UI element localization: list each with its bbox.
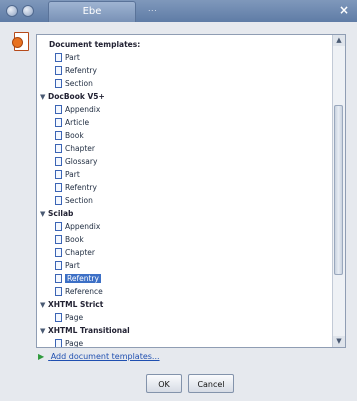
file-icon xyxy=(55,274,62,283)
tree-group[interactable]: ▼ XHTML Transitional xyxy=(40,324,130,337)
tree-item[interactable]: Page xyxy=(55,311,83,324)
tree-item-label: XHTML Transitional xyxy=(48,326,130,335)
add-link-label: Add document templates... xyxy=(50,352,160,361)
file-icon xyxy=(55,235,62,244)
close-icon[interactable]: × xyxy=(337,3,351,17)
tree-item[interactable]: Part xyxy=(55,51,80,64)
tree-item-label: Book xyxy=(65,131,84,140)
file-icon xyxy=(55,79,62,88)
tree-item[interactable]: Appendix xyxy=(55,220,100,233)
document-icon xyxy=(12,32,29,51)
tree-item-label: Refentry xyxy=(65,66,97,75)
tree-item[interactable]: Glossary xyxy=(55,155,97,168)
window-control-button[interactable] xyxy=(6,5,18,17)
window-tab-title: Ebe xyxy=(82,6,102,17)
tree-header: Document templates: xyxy=(49,38,140,51)
window-controls xyxy=(6,5,34,17)
template-tree[interactable]: Document templates: Part Refentry Section ▼… xyxy=(36,34,346,348)
tree-item-label: Scilab xyxy=(48,209,74,218)
tree-item-label: Glossary xyxy=(65,157,98,166)
file-icon xyxy=(55,196,62,205)
tree-item-label: Appendix xyxy=(65,105,101,114)
scroll-up-icon[interactable]: ▲ xyxy=(333,35,345,46)
file-icon xyxy=(55,287,62,296)
file-icon xyxy=(55,118,62,127)
tree-item[interactable]: Book xyxy=(55,129,84,142)
vertical-scrollbar[interactable]: ▲ ▼ xyxy=(332,35,345,347)
file-icon xyxy=(55,157,62,166)
expand-arrow-icon[interactable]: ▼ xyxy=(40,325,48,338)
tree-header-label: Document templates: xyxy=(49,40,141,49)
template-dialog: Document templates: Part Refentry Section ▼… xyxy=(0,22,357,401)
scroll-thumb[interactable] xyxy=(334,105,343,275)
expand-arrow-icon[interactable]: ▼ xyxy=(40,208,48,221)
tree-item-label: Section xyxy=(65,79,93,88)
ok-button[interactable]: OK xyxy=(146,374,182,393)
tree-item-label: Appendix xyxy=(65,222,101,231)
tree-item[interactable]: Appendix xyxy=(55,103,100,116)
tree-item[interactable]: Part xyxy=(55,259,80,272)
file-icon xyxy=(55,261,62,270)
tree-group[interactable]: ▼ DocBook V5+ xyxy=(40,90,105,103)
tree-item[interactable]: Refentry xyxy=(55,181,97,194)
tree-item-label: Chapter xyxy=(65,144,95,153)
cancel-button[interactable]: Cancel xyxy=(188,374,234,393)
file-icon xyxy=(55,144,62,153)
add-document-templates-link[interactable]: ▶ Add document templates... xyxy=(38,352,160,361)
tree-item-label: Refentry xyxy=(65,274,101,283)
title-menu-text: ... xyxy=(148,4,158,13)
expand-arrow-icon[interactable]: ▼ xyxy=(40,299,48,312)
file-icon xyxy=(55,313,62,322)
file-icon xyxy=(55,53,62,62)
window-tab[interactable]: Ebe xyxy=(48,1,136,22)
tree-item-label: Reference xyxy=(65,287,103,296)
tree-item[interactable]: Section xyxy=(55,77,93,90)
tree-item-label: XHTML Strict xyxy=(48,300,104,309)
tree-item-label: Article xyxy=(65,118,90,127)
tree-item[interactable]: Book xyxy=(55,233,84,246)
file-icon xyxy=(55,222,62,231)
tree-item-label: Page xyxy=(65,339,84,348)
tree-item[interactable]: Page xyxy=(55,337,84,348)
title-bar: Ebe ... × xyxy=(0,0,357,23)
tree-item[interactable]: Chapter xyxy=(55,246,95,259)
tree-item-label: Section xyxy=(65,196,93,205)
tree-item-label: Book xyxy=(65,235,84,244)
tree-group[interactable]: ▼ Scilab xyxy=(40,207,73,220)
tree-item-label: DocBook V5+ xyxy=(48,92,105,101)
file-icon xyxy=(55,248,62,257)
file-icon xyxy=(55,105,62,114)
tree-item-label: Part xyxy=(65,170,80,179)
tree-group[interactable]: ▼ XHTML Strict xyxy=(40,298,103,311)
scroll-down-icon[interactable]: ▼ xyxy=(333,336,345,347)
window-control-button[interactable] xyxy=(22,5,34,17)
tree-item[interactable]: Chapter xyxy=(55,142,95,155)
tree-item[interactable]: Reference xyxy=(55,285,103,298)
tree-item-label: Page xyxy=(65,313,84,322)
tree-item-label: Chapter xyxy=(65,248,95,257)
tree-item-label: Part xyxy=(65,261,80,270)
tree-item[interactable]: Refentry xyxy=(55,272,101,285)
file-icon xyxy=(55,66,62,75)
tree-item[interactable]: Refentry xyxy=(55,64,97,77)
tree-item[interactable]: Article xyxy=(55,116,89,129)
tree-item[interactable]: Part xyxy=(55,168,80,181)
expand-arrow-icon[interactable]: ▼ xyxy=(40,91,48,104)
file-icon xyxy=(55,131,62,140)
play-icon: ▶ xyxy=(38,352,45,361)
file-icon xyxy=(55,170,62,179)
file-icon xyxy=(55,183,62,192)
tree-item-label: Refentry xyxy=(65,183,97,192)
tree-item[interactable]: Section xyxy=(55,194,93,207)
tree-item-label: Part xyxy=(65,53,80,62)
file-icon xyxy=(55,339,62,347)
